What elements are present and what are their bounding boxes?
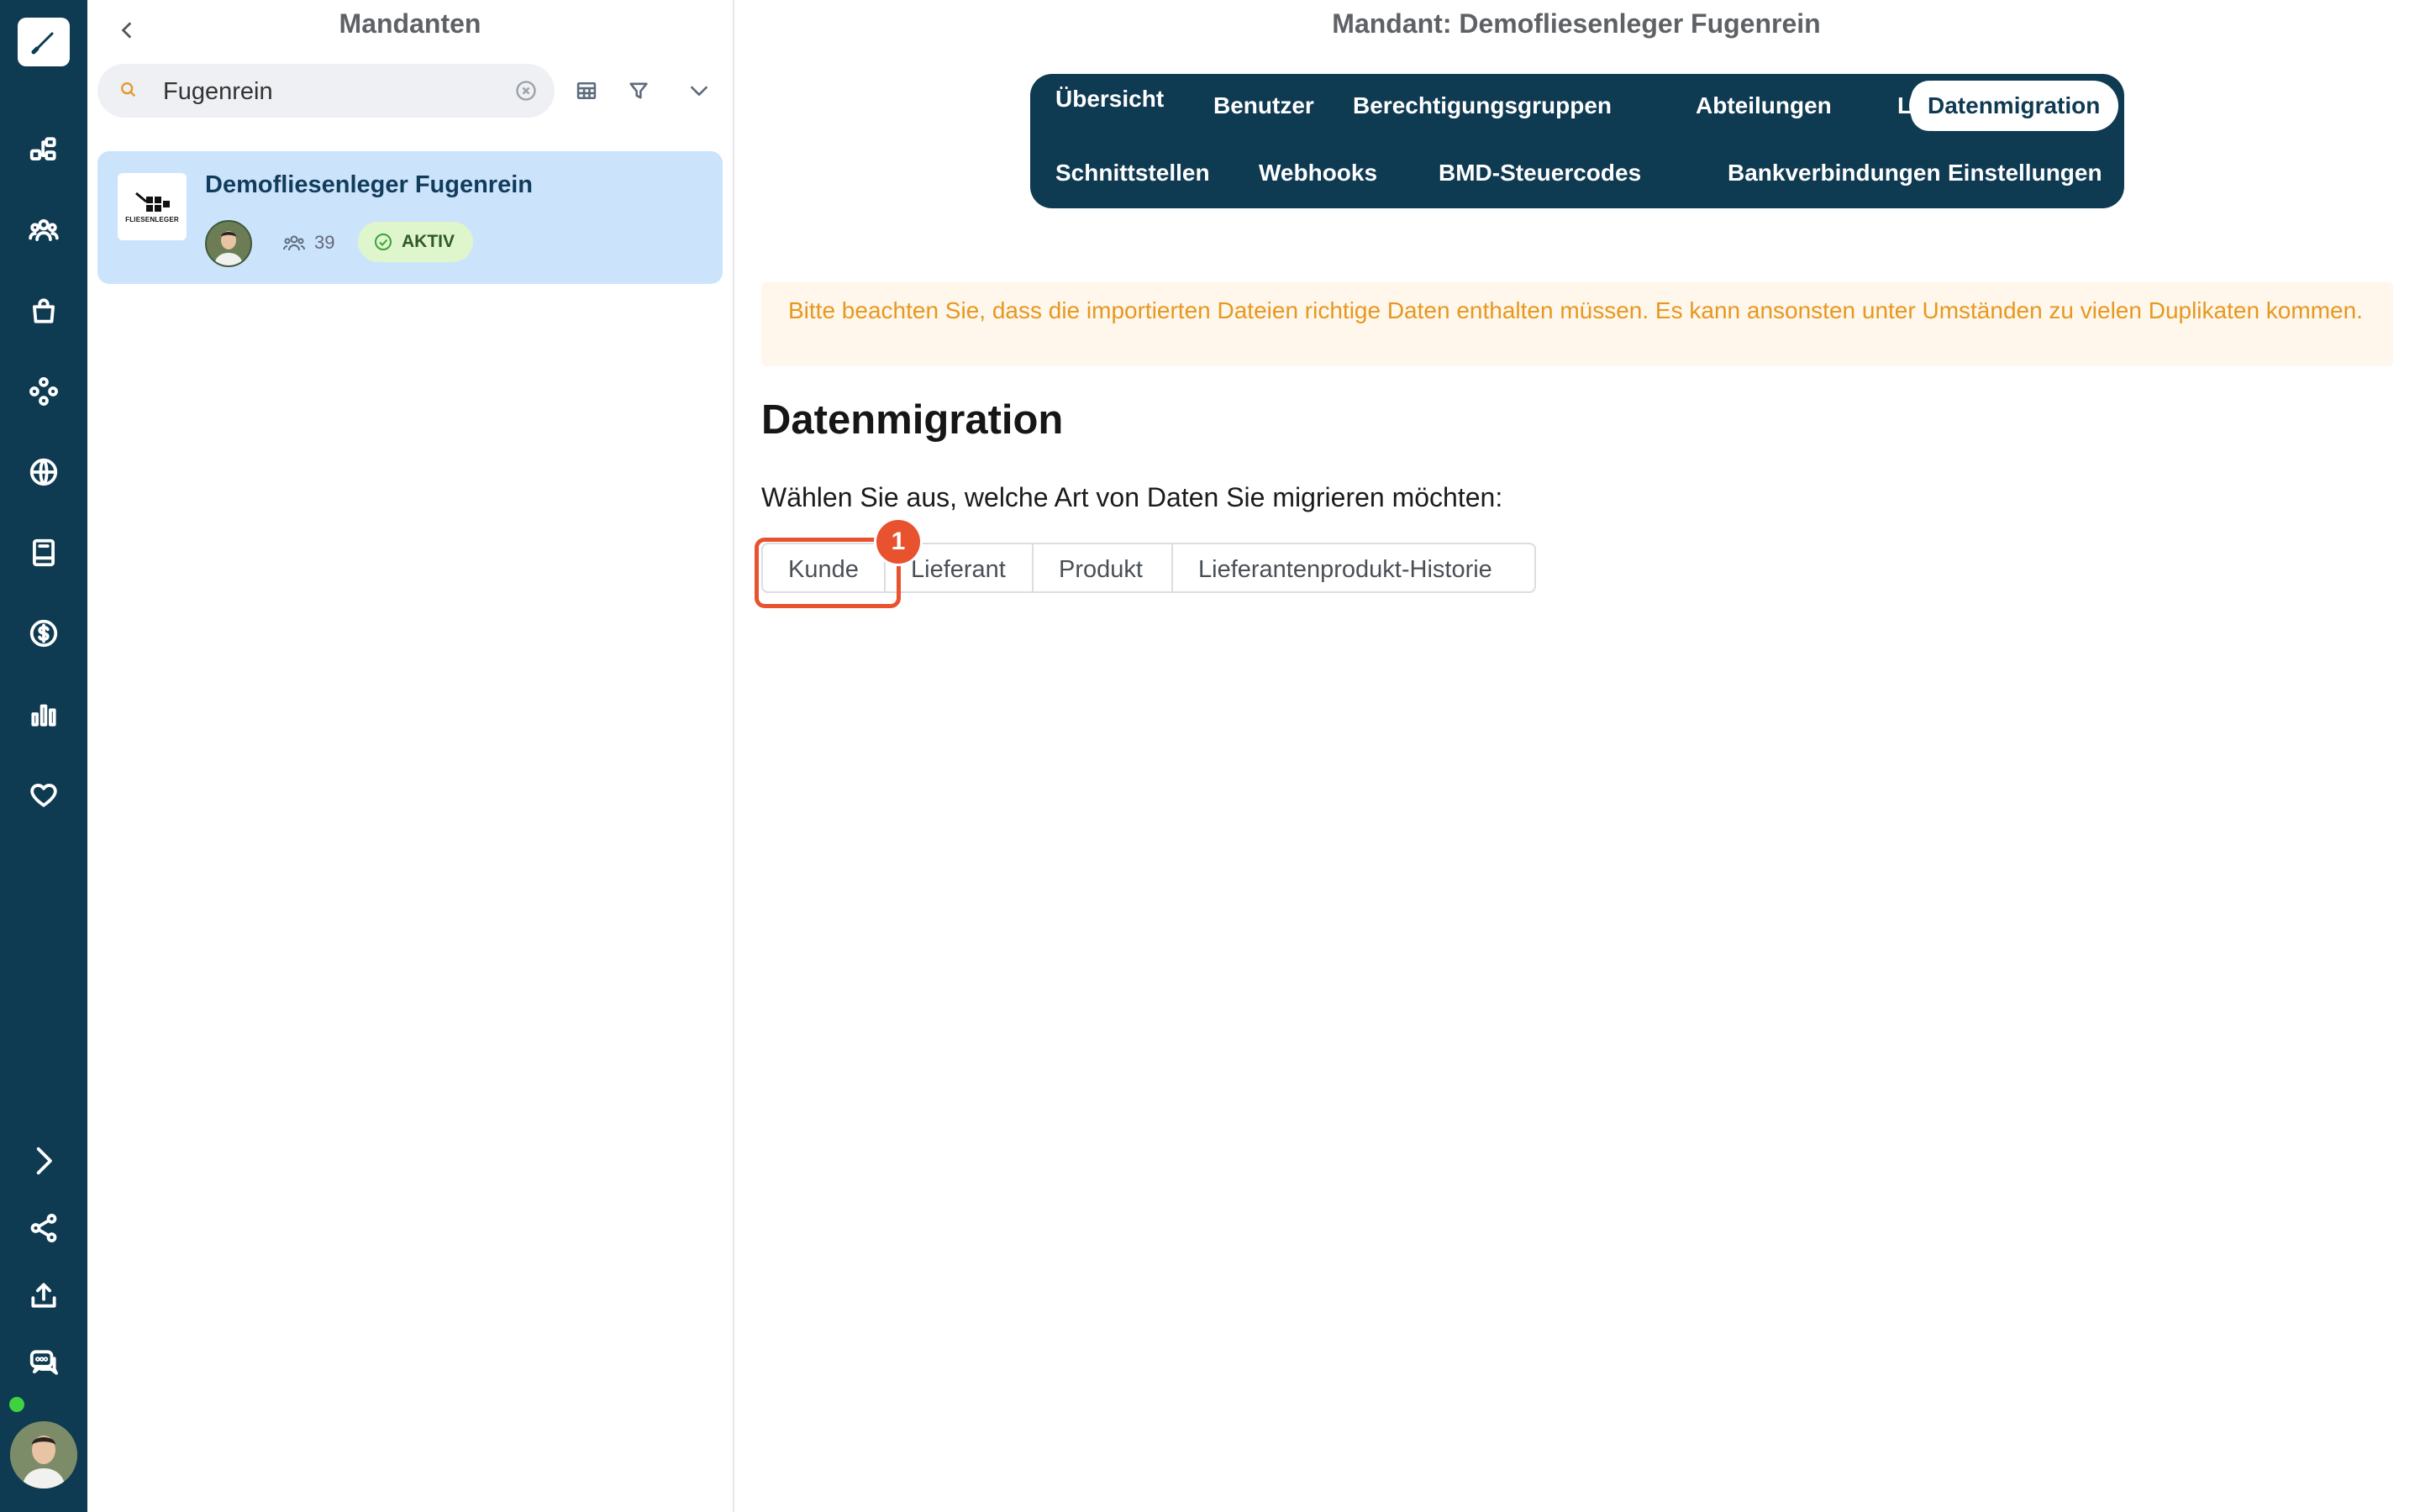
company-logo: FLIESENLEGER — [118, 173, 187, 240]
tab-bmd-steuercodes[interactable]: BMD-Steuercodes — [1420, 148, 1660, 198]
tab-abteilungen[interactable]: Abteilungen — [1677, 81, 1850, 131]
migration-prompt: Wählen Sie aus, welche Art von Daten Sie… — [761, 482, 1503, 512]
search-icon — [119, 81, 138, 103]
users-icon[interactable] — [20, 207, 67, 254]
expand-chevron-icon[interactable] — [20, 1137, 67, 1184]
user-count: 39 — [282, 232, 334, 254]
search-field[interactable] — [97, 64, 555, 118]
heart-icon[interactable] — [20, 771, 67, 818]
table-view-icon[interactable] — [568, 72, 605, 109]
option-kunde-button[interactable]: Kunde — [761, 543, 886, 593]
mandanten-list-panel: Mandanten FLIESENLEGER Demofliesenleger … — [87, 0, 734, 1512]
tab-schnittstellen[interactable]: Schnittstellen — [1037, 148, 1228, 198]
book-icon[interactable] — [20, 529, 67, 576]
status-badge: AKTIV — [358, 222, 473, 262]
section-heading: Datenmigration — [761, 397, 1064, 443]
check-circle-icon — [375, 234, 392, 250]
warning-banner: Bitte beachten Sie, dass die importierte… — [761, 282, 2393, 366]
step-marker-badge: 1 — [874, 517, 923, 566]
company-logo-text: FLIESENLEGER — [125, 216, 179, 223]
tab-bankverbindungen[interactable]: Bankverbindungen — [1709, 148, 1960, 198]
mandant-name: Demofliesenleger Fugenrein — [205, 171, 533, 198]
status-badge-label: AKTIV — [402, 232, 455, 251]
tab-berechtigungsgruppen[interactable]: Berechtigungsgruppen — [1334, 81, 1630, 131]
user-count-value: 39 — [314, 232, 335, 253]
mandant-list-item[interactable]: FLIESENLEGER Demofliesenleger Fugenrein … — [97, 151, 723, 284]
bar-chart-icon[interactable] — [20, 690, 67, 738]
users-icon — [283, 235, 305, 251]
tab-webhooks[interactable]: Webhooks — [1240, 148, 1396, 198]
chevron-down-icon[interactable] — [681, 72, 718, 109]
pen-logo-icon[interactable] — [18, 18, 70, 66]
online-status-indicator — [8, 1395, 26, 1414]
tab-benutzer[interactable]: Benutzer — [1195, 81, 1333, 131]
option-produkt-button[interactable]: Produkt — [1032, 543, 1173, 593]
shopping-bag-icon[interactable] — [20, 287, 67, 334]
owner-avatar — [205, 220, 252, 267]
list-panel-title: Mandanten — [339, 8, 481, 39]
org-chart-icon[interactable] — [20, 126, 67, 173]
option-lieferantenprodukt-historie-button[interactable]: Lieferantenprodukt-Historie — [1171, 543, 1536, 593]
tab-uebersicht[interactable]: Übersicht — [1037, 74, 1182, 124]
clear-search-icon[interactable] — [514, 79, 538, 102]
search-input[interactable] — [161, 74, 501, 109]
page-title: Mandant: Demofliesenleger Fugenrein — [1332, 8, 1821, 39]
warning-text: Bitte beachten Sie, dass die importierte… — [788, 297, 2363, 323]
chat-icon[interactable] — [20, 1339, 67, 1386]
upload-icon[interactable] — [20, 1272, 67, 1319]
tab-einstellungen[interactable]: Einstellungen — [1929, 148, 2121, 198]
globe-icon[interactable] — [20, 449, 67, 496]
filter-icon[interactable] — [620, 72, 657, 109]
modules-icon[interactable] — [20, 368, 67, 415]
app-rail — [0, 0, 87, 1512]
tab-datenmigration[interactable]: Datenmigration — [1909, 81, 2119, 131]
user-avatar[interactable] — [10, 1421, 77, 1488]
dollar-icon[interactable] — [20, 610, 67, 657]
share-icon[interactable] — [20, 1205, 67, 1252]
